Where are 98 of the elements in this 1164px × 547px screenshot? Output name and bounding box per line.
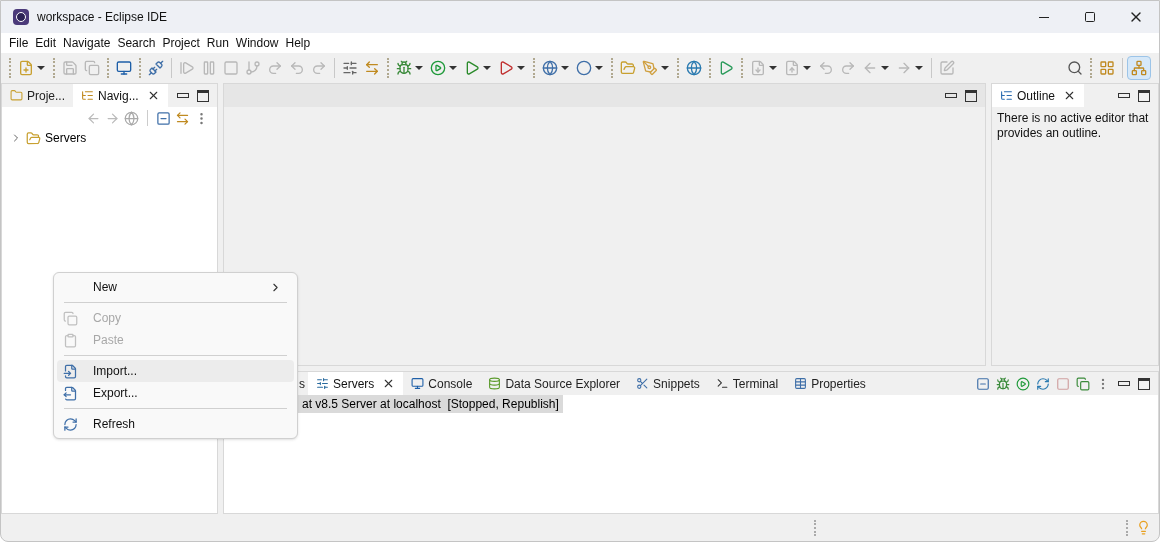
dropdown-caret-icon[interactable]: [449, 66, 457, 70]
toolbar-icon: [1099, 60, 1115, 76]
maximize-button[interactable]: [197, 89, 209, 102]
export-icon: [63, 385, 78, 401]
dropdown-caret-icon[interactable]: [415, 66, 423, 70]
menu-item[interactable]: Help: [282, 34, 314, 52]
toolbar-icon: [62, 60, 78, 76]
context-menu-item[interactable]: New: [57, 276, 294, 298]
database-icon: [488, 377, 502, 390]
collapse-all-icon: [156, 110, 171, 126]
minimize-button[interactable]: [945, 93, 957, 98]
menu-item[interactable]: Run: [203, 34, 232, 52]
toolbar-icon: [784, 60, 800, 76]
servers-icon: [316, 377, 329, 390]
toolbar-icon: [896, 60, 912, 76]
dropdown-caret-icon[interactable]: [595, 66, 603, 70]
tree-item[interactable]: Servers: [2, 129, 217, 147]
forward-icon: [105, 110, 120, 126]
maximize-button[interactable]: [965, 89, 977, 102]
console-icon: [411, 377, 425, 390]
toolbar-icon: [542, 60, 558, 76]
copy-icon: [63, 310, 78, 326]
toolbar-icon: [179, 60, 195, 76]
dropdown-caret-icon[interactable]: [881, 66, 889, 70]
menu-item[interactable]: Edit: [32, 34, 60, 52]
toolbar-icon: [18, 60, 34, 76]
start-icon: [1016, 376, 1030, 391]
debug-icon: [996, 376, 1010, 391]
minimize-button[interactable]: [1118, 93, 1130, 98]
toolbar-icon: [116, 60, 132, 76]
context-menu-item[interactable]: Refresh: [57, 413, 294, 435]
toolbar-icon: [718, 60, 734, 76]
view-tab[interactable]: Navig...: [73, 84, 168, 107]
toolbar-icon: [818, 60, 834, 76]
toolbar-icon: [1067, 60, 1083, 76]
menu-item[interactable]: File: [6, 34, 32, 52]
tip-icon: [1136, 520, 1151, 535]
toolbar-icon: [840, 60, 856, 76]
dropdown-caret-icon[interactable]: [769, 66, 777, 70]
toolbar-icon: [430, 60, 446, 76]
refresh-icon: [63, 416, 78, 432]
toolbar-icon: [576, 60, 592, 76]
toolbar-icon: [342, 60, 358, 76]
folder-icon: [26, 130, 41, 146]
import-icon: [63, 363, 78, 379]
dropdown-caret-icon[interactable]: [483, 66, 491, 70]
navigator-icon: [81, 89, 94, 102]
toolbar-icon: [148, 60, 164, 76]
terminal-icon: [715, 377, 729, 390]
properties-icon: [794, 377, 808, 390]
dropdown-caret-icon[interactable]: [915, 66, 923, 70]
outline-message: There is no active editor that provides an outline.: [996, 110, 1150, 141]
snippets-icon: [636, 377, 650, 390]
dropdown-caret-icon[interactable]: [517, 66, 525, 70]
maximize-button[interactable]: [1138, 89, 1150, 102]
perspective-button[interactable]: [1127, 56, 1151, 80]
toolbar-icon: [464, 60, 480, 76]
back-icon: [86, 110, 101, 126]
toolbar-icon: [289, 60, 305, 76]
menu-item[interactable]: Window: [232, 34, 282, 52]
perspective-icon: [1131, 60, 1147, 76]
toolbar-icon: [84, 60, 100, 76]
project-icon: [10, 89, 23, 102]
collapse-icon: [976, 376, 990, 391]
view-tab[interactable]: Servers: [308, 372, 404, 395]
toolbar-icon: [245, 60, 261, 76]
menu-item[interactable]: Search: [114, 34, 159, 52]
window-title: workspace - Eclipse IDE: [37, 9, 168, 26]
toolbar-icon: [862, 60, 878, 76]
toolbar-icon: [364, 60, 380, 76]
paste-icon: [63, 332, 78, 348]
toolbar-icon: [267, 60, 283, 76]
minimize-button[interactable]: [177, 93, 189, 98]
view-tab[interactable]: Outline: [992, 84, 1085, 107]
dropdown-caret-icon[interactable]: [37, 66, 45, 70]
toolbar-icon: [750, 60, 766, 76]
maximize-icon: [1084, 11, 1096, 23]
menu-item[interactable]: Project: [159, 34, 203, 52]
context-menu-item[interactable]: Import...: [57, 360, 294, 382]
toolbar-icon: [686, 60, 702, 76]
outline-icon: [1000, 89, 1013, 102]
toolbar-icon: [223, 60, 239, 76]
toolbar-icon: [642, 60, 658, 76]
maximize-button[interactable]: [1138, 377, 1150, 390]
toolbar-icon: [201, 60, 217, 76]
toolbar-icon: [939, 60, 955, 76]
toolbar-icon: [620, 60, 636, 76]
minimize-icon: [1039, 16, 1049, 18]
dropdown-caret-icon[interactable]: [803, 66, 811, 70]
stop-icon: [1056, 376, 1070, 391]
app-logo-icon: [13, 9, 29, 25]
toolbar-icon: [396, 60, 412, 76]
minimize-button[interactable]: [1118, 381, 1130, 386]
dropdown-caret-icon[interactable]: [561, 66, 569, 70]
toolbar-icon: [498, 60, 514, 76]
menu-item[interactable]: Navigate: [60, 34, 114, 52]
toolbar-icon: [311, 60, 327, 76]
dropdown-caret-icon[interactable]: [661, 66, 669, 70]
